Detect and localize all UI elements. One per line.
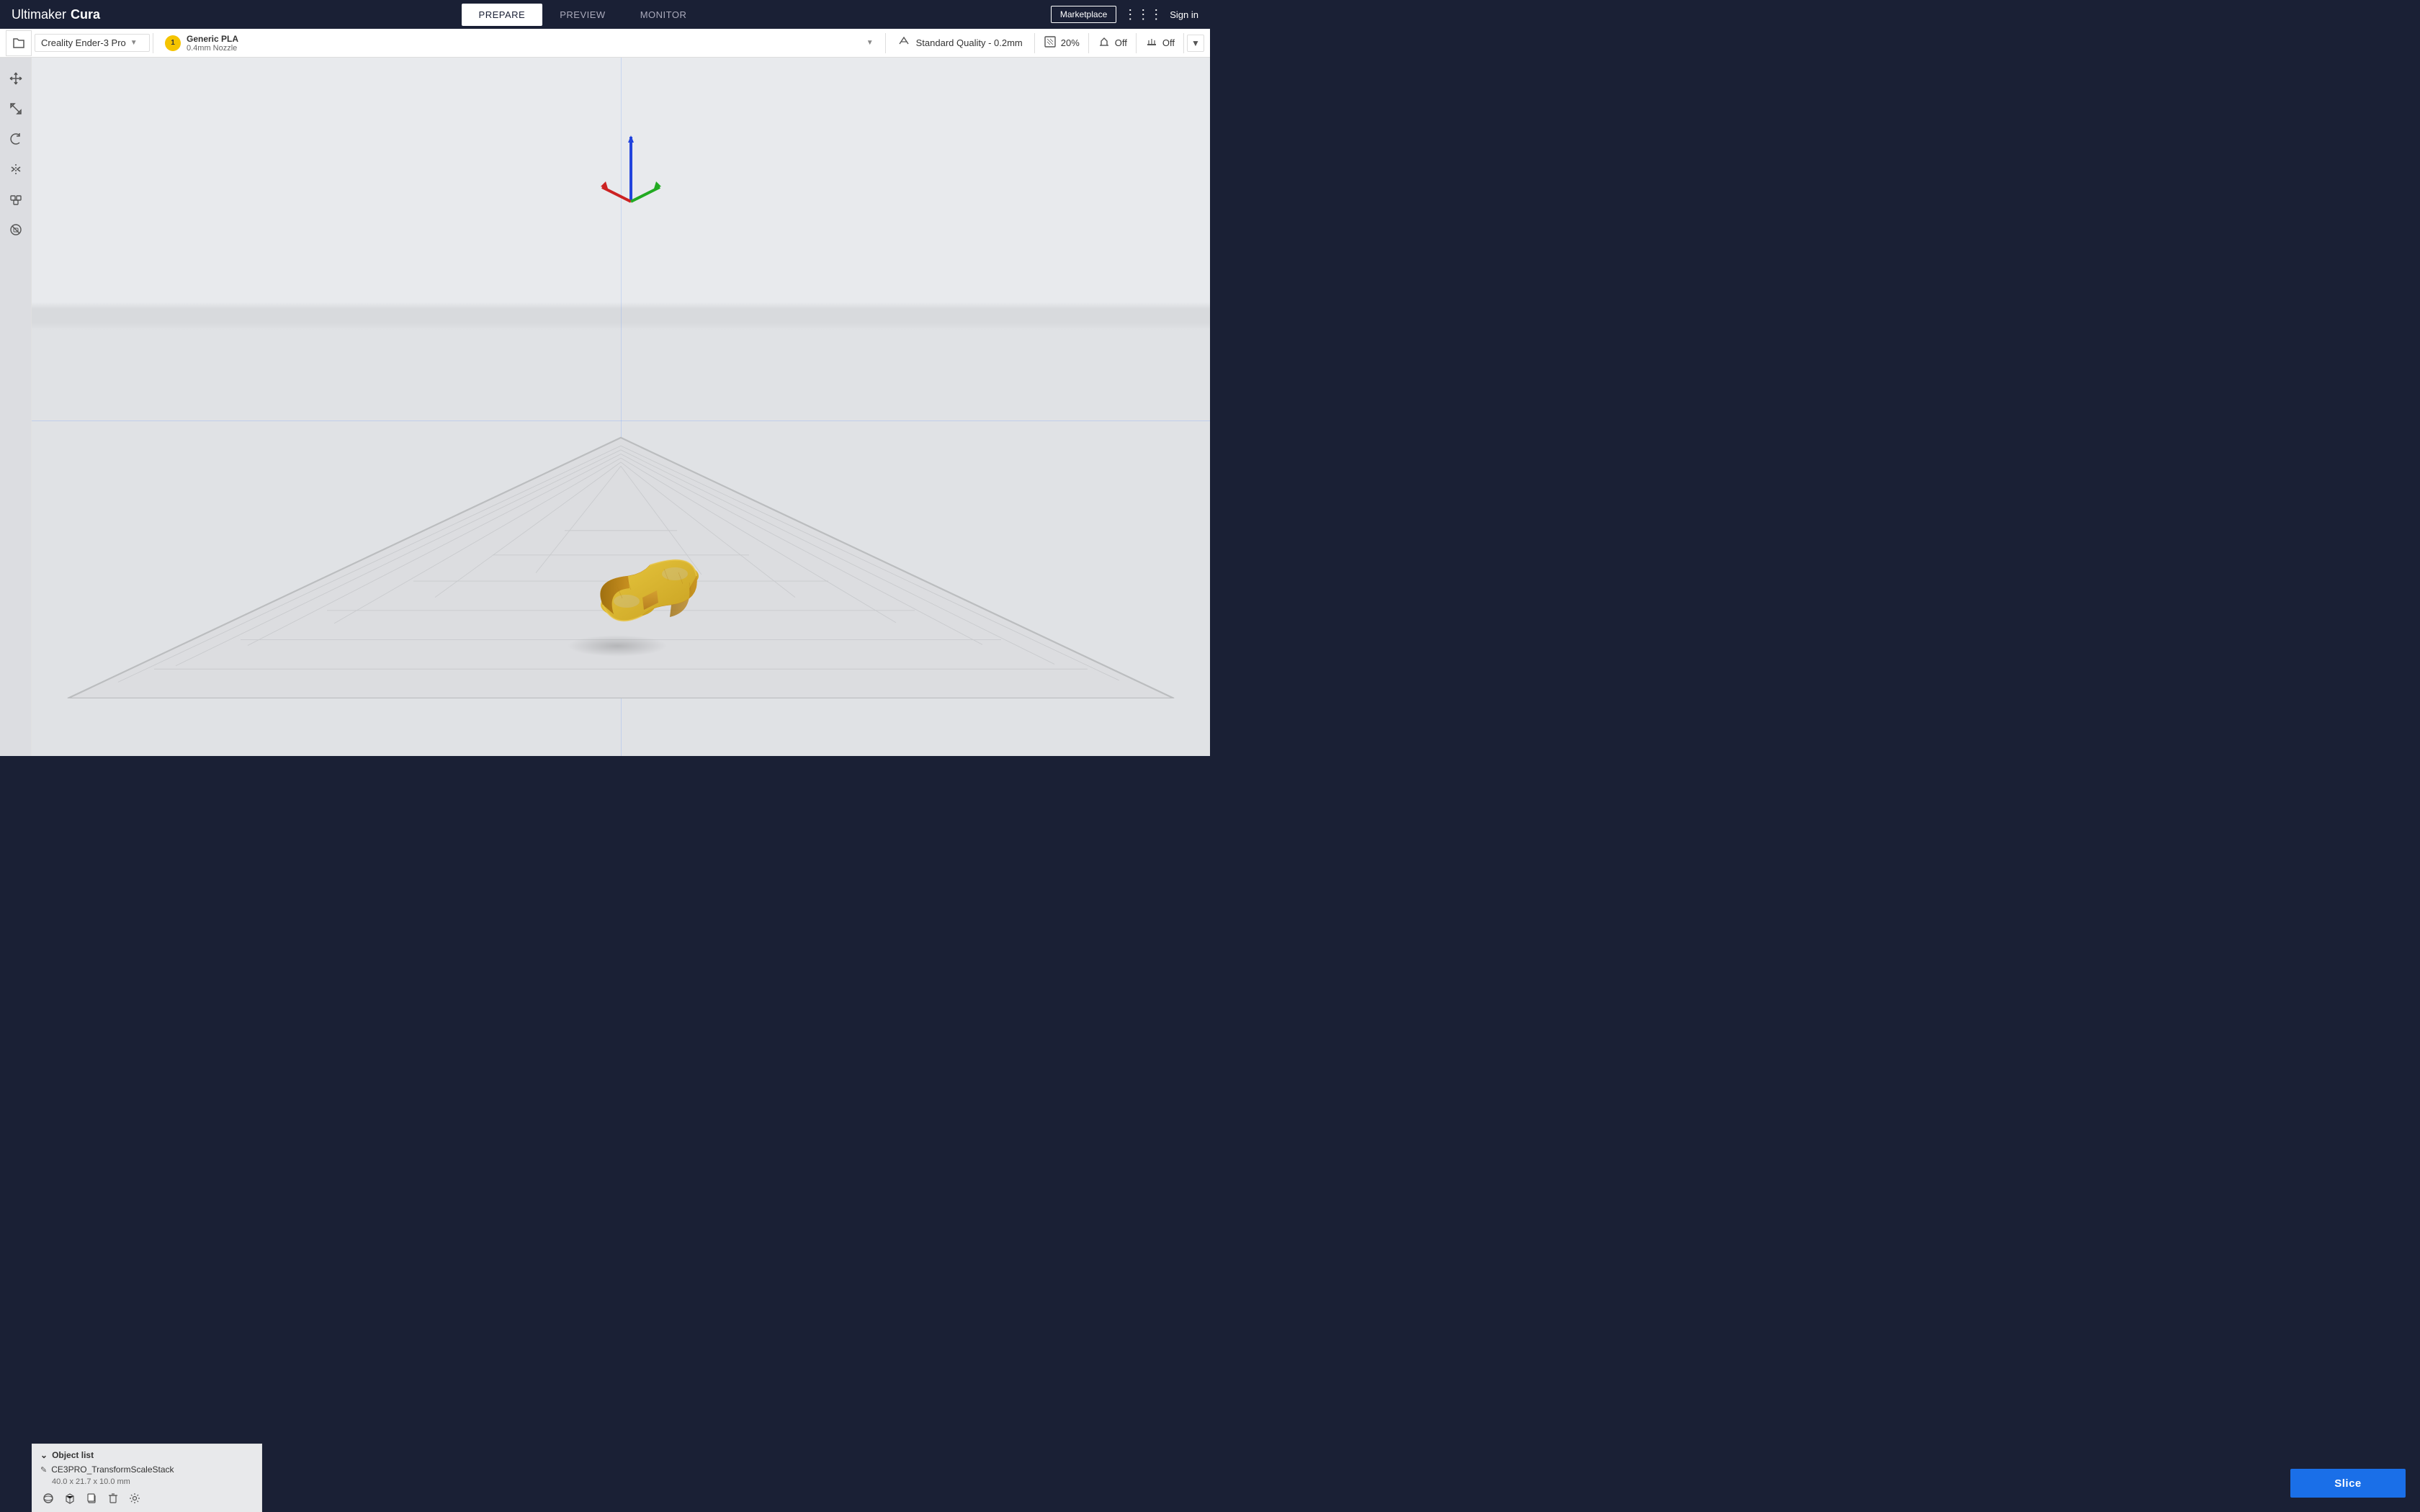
left-toolbar xyxy=(0,58,32,756)
quality-label: Standard Quality - 0.2mm xyxy=(916,37,1023,48)
toolbar-divider-5 xyxy=(1136,33,1137,53)
logo-product: Cura xyxy=(71,7,100,22)
printer-chevron-icon: ▼ xyxy=(130,39,138,47)
3d-viewport[interactable] xyxy=(32,58,1210,756)
tab-monitor[interactable]: MONITOR xyxy=(623,4,704,26)
material-nozzle: 0.4mm Nozzle xyxy=(187,44,238,53)
settings-expand-button[interactable]: ▼ xyxy=(1187,35,1204,52)
object-icon-copy[interactable] xyxy=(84,1490,99,1506)
object-icon-settings[interactable] xyxy=(127,1490,143,1506)
object-icon-sphere[interactable] xyxy=(40,1490,56,1506)
quality-selector[interactable]: Standard Quality - 0.2mm xyxy=(889,35,1031,51)
adhesion-value: Off xyxy=(1162,37,1175,48)
slice-button[interactable]: Slice xyxy=(2290,1469,2406,1498)
infill-value: 20% xyxy=(1061,37,1080,48)
3d-axes xyxy=(595,130,667,216)
toolbar-row: Creality Ender-3 Pro ▼ 1 Generic PLA 0.4… xyxy=(0,29,1210,58)
printer-name: Creality Ender-3 Pro xyxy=(41,37,126,48)
app-logo: Ultimaker Cura xyxy=(12,7,100,22)
quality-icon xyxy=(897,35,910,51)
main-area xyxy=(0,58,1210,756)
logo-brand: Ultimaker xyxy=(12,7,66,22)
open-file-button[interactable] xyxy=(6,30,32,56)
signin-button[interactable]: Sign in xyxy=(1170,9,1198,20)
toolbar-divider-3 xyxy=(1034,33,1035,53)
marketplace-button[interactable]: Marketplace xyxy=(1051,6,1116,23)
object-list-title: Object list xyxy=(52,1450,94,1460)
object-list-item[interactable]: ✎ CE3PRO_TransformScaleStack xyxy=(40,1463,253,1476)
material-name: Generic PLA xyxy=(187,34,238,44)
adhesion-icon xyxy=(1145,35,1158,50)
support-selector[interactable]: Off xyxy=(1092,35,1133,50)
support-blocker-button[interactable] xyxy=(4,217,28,242)
support-value: Off xyxy=(1115,37,1127,48)
printer-selector[interactable]: Creality Ender-3 Pro ▼ xyxy=(35,34,150,52)
nav-tabs: PREPARE PREPARE PREPARE PREVIEW MONITOR xyxy=(115,4,1051,26)
infill-icon xyxy=(1044,35,1057,50)
move-tool-button[interactable] xyxy=(4,66,28,91)
toolbar-divider-2 xyxy=(885,33,886,53)
edit-icon: ✎ xyxy=(40,1465,47,1475)
material-badge: 1 xyxy=(165,35,181,51)
mirror-tool-button[interactable] xyxy=(4,157,28,181)
object-dimensions: 40.0 x 21.7 x 10.0 mm xyxy=(52,1477,253,1486)
infill-selector[interactable]: 20% xyxy=(1038,35,1085,50)
toolbar-divider-4 xyxy=(1088,33,1089,53)
object-list-header[interactable]: ⌄ Object list xyxy=(40,1450,253,1460)
material-chevron-icon: ▼ xyxy=(866,39,874,47)
apps-grid-icon[interactable]: ⋮⋮⋮ xyxy=(1124,7,1162,22)
object-list-panel: ⌄ Object list ✎ CE3PRO_TransformScaleSta… xyxy=(32,1444,262,1512)
object-name: CE3PRO_TransformScaleStack xyxy=(51,1464,174,1475)
object-list-collapse-icon: ⌄ xyxy=(40,1450,48,1460)
object-action-icons xyxy=(40,1490,253,1506)
3d-object[interactable] xyxy=(578,536,722,641)
tab-preview[interactable]: PREVIEW xyxy=(542,4,622,26)
adhesion-selector[interactable]: Off xyxy=(1139,35,1180,50)
rotate-tool-button[interactable] xyxy=(4,127,28,151)
support-icon xyxy=(1098,35,1111,50)
object-icon-cube[interactable] xyxy=(62,1490,78,1506)
material-selector[interactable]: 1 Generic PLA 0.4mm Nozzle ▼ xyxy=(156,34,882,53)
tab-prepare-active[interactable]: PREPARE xyxy=(462,4,543,26)
merge-tool-button[interactable] xyxy=(4,187,28,212)
header: Ultimaker Cura PREPARE PREPARE PREPARE P… xyxy=(0,0,1210,29)
scale-tool-button[interactable] xyxy=(4,96,28,121)
header-right: Marketplace ⋮⋮⋮ Sign in xyxy=(1051,6,1198,23)
toolbar-divider-6 xyxy=(1183,33,1184,53)
material-info: Generic PLA 0.4mm Nozzle xyxy=(187,34,238,53)
object-icon-delete[interactable] xyxy=(105,1490,121,1506)
